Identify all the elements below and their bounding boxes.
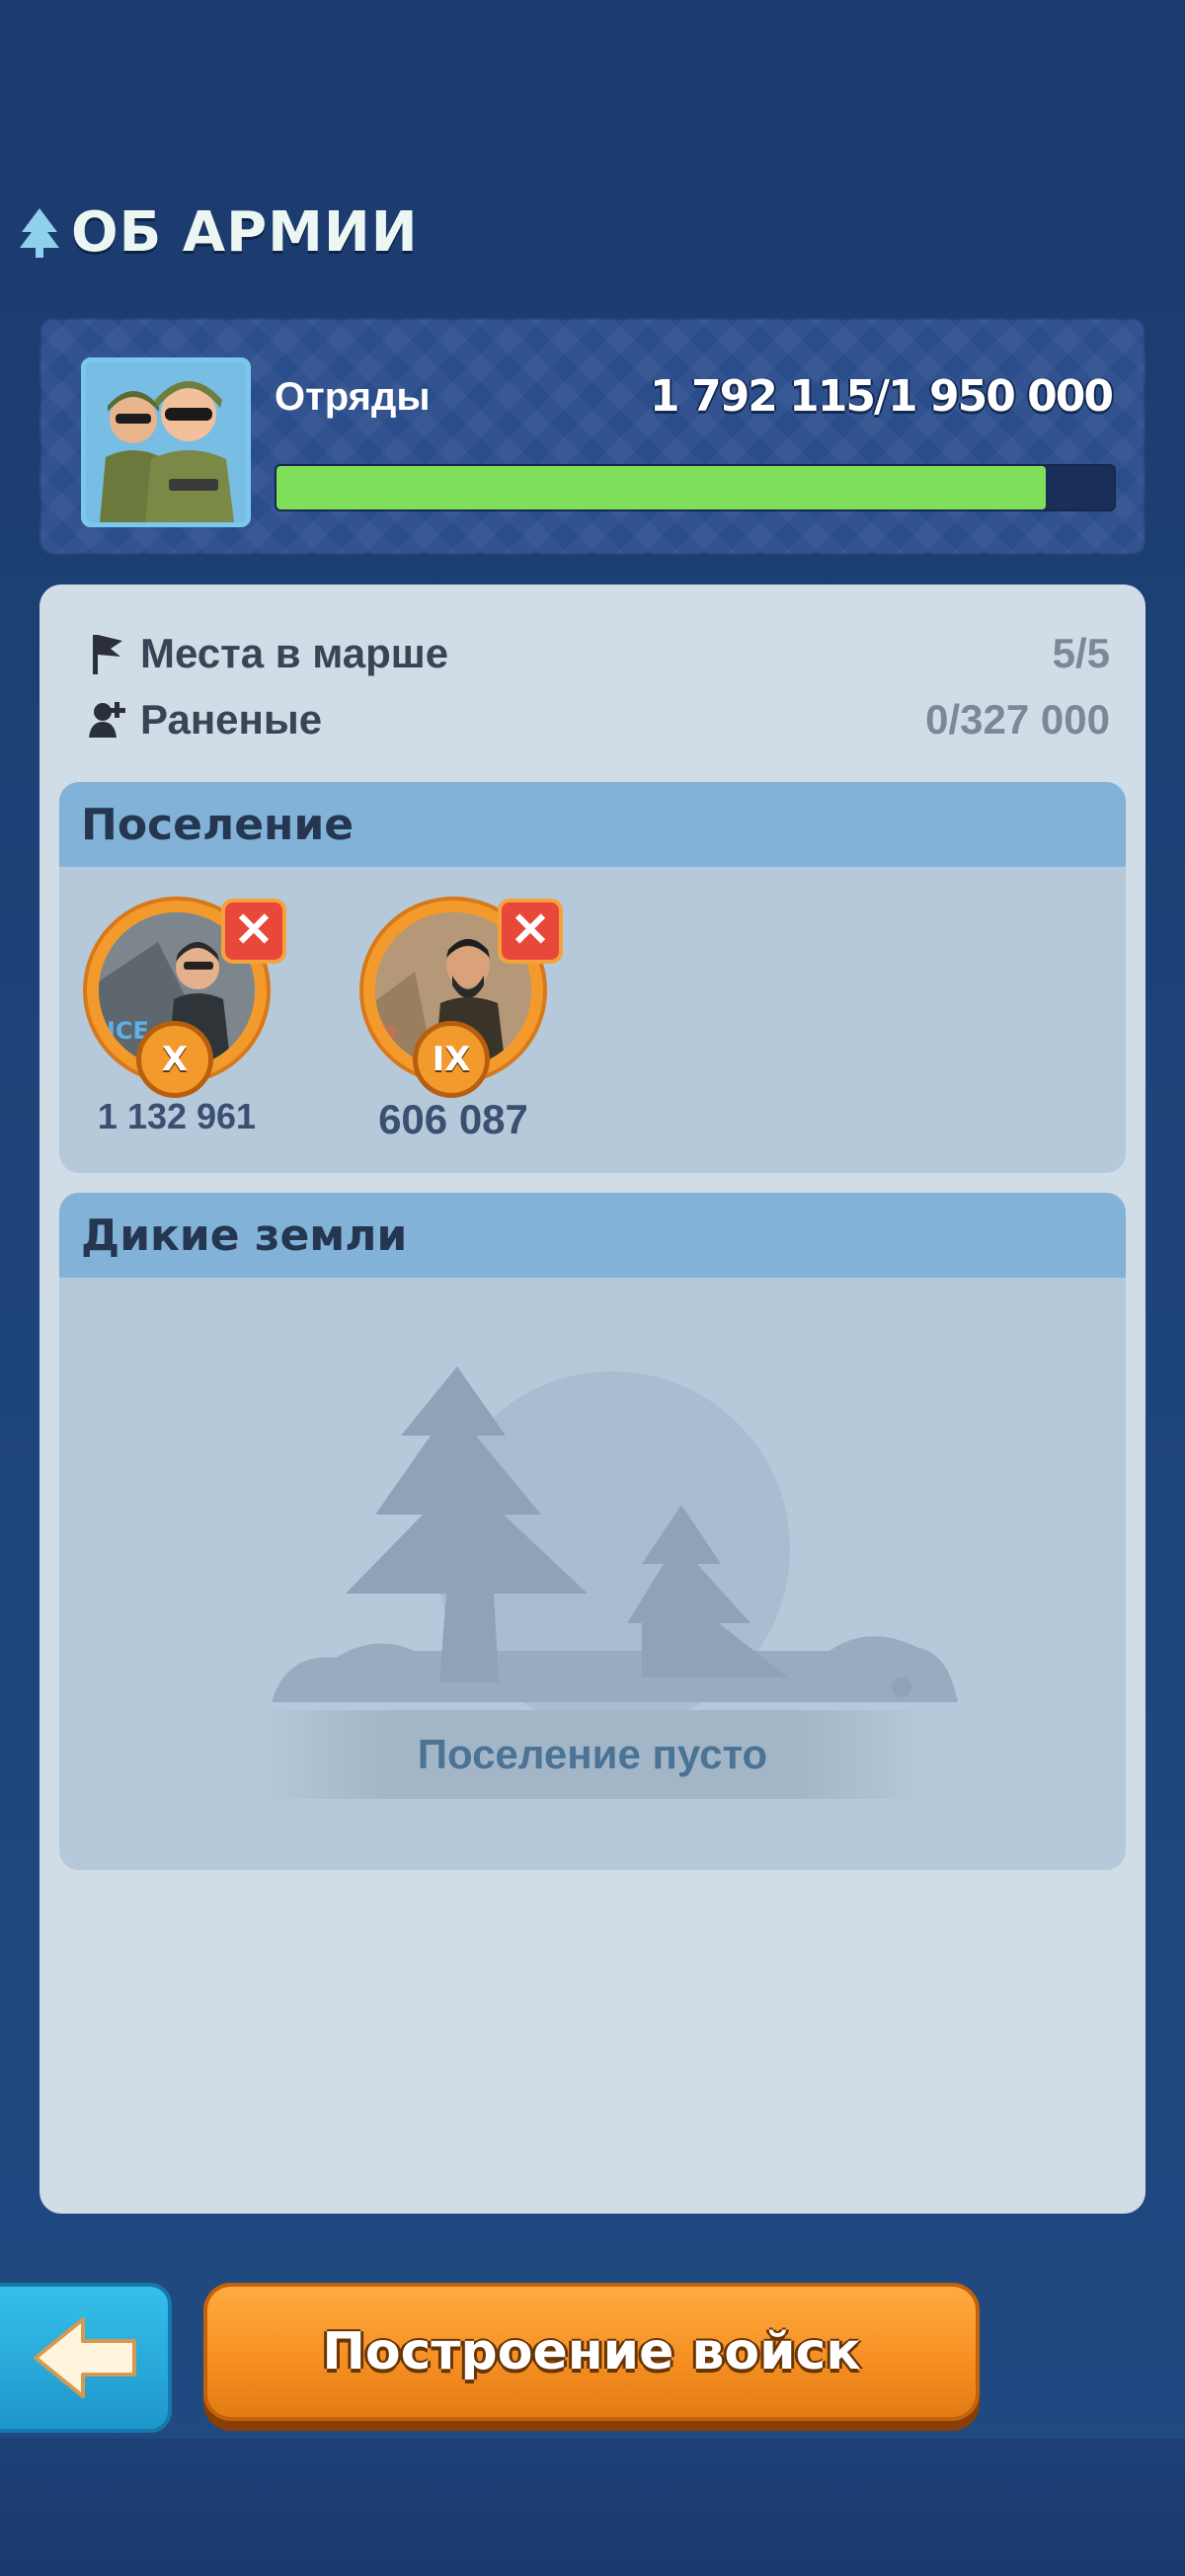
hero-slot-2[interactable]: P ✕ IX 606 087 — [359, 897, 563, 1153]
flag-icon — [93, 635, 122, 674]
wounded-label: Раненые — [140, 696, 323, 742]
troops-progress-bar — [275, 464, 1116, 511]
build-troops-label: Построение войск — [322, 2322, 861, 2381]
empty-state: Поселение пусто — [59, 1278, 1126, 1870]
wounded-icon — [89, 702, 125, 738]
wildlands-title: Дикие земли — [81, 1210, 408, 1261]
wildlands-section: Дикие земли Поселение пусто — [59, 1193, 1126, 1870]
hero-power-2: 606 087 — [378, 1096, 528, 1142]
wounded-row: Раненые 0/327 000 — [87, 690, 1110, 749]
build-troops-button[interactable]: Построение войск — [203, 2283, 980, 2421]
tree-icon — [20, 208, 59, 258]
page-header: ОБ АРМИИ — [18, 193, 419, 272]
troops-count: 1 792 115/1 950 000 — [650, 371, 1114, 422]
arrow-left-icon — [34, 2317, 136, 2398]
bottom-background — [0, 2439, 1185, 2576]
settlement-title: Поселение — [81, 799, 355, 850]
empty-forest-illustration — [272, 1366, 958, 1712]
troops-progress-fill — [276, 466, 1047, 509]
svg-text:P: P — [381, 1024, 397, 1049]
hero-power-1: 1 132 961 — [97, 1096, 257, 1136]
back-button[interactable] — [0, 2283, 172, 2433]
settlement-section: Поселение ICE ✕ X 1 132 961 P ✕ IX 606 0… — [59, 782, 1126, 1173]
settlement-header: Поселение — [59, 782, 1126, 867]
hero-slot-1[interactable]: ICE ✕ X 1 132 961 — [83, 897, 286, 1153]
remove-hero-1-button[interactable]: ✕ — [221, 898, 286, 964]
troops-label: Отряды — [275, 375, 431, 419]
page-title: ОБ АРМИИ — [71, 199, 419, 265]
hero-rank-badge-1: X — [136, 1021, 213, 1098]
march-slots-value: 5/5 — [1052, 630, 1110, 676]
empty-message: Поселение пусто — [417, 1731, 768, 1777]
march-slots-label: Места в марше — [140, 630, 449, 676]
march-slots-row: Места в марше 5/5 — [87, 624, 1110, 683]
troops-panel: Отряды 1 792 115/1 950 000 — [40, 318, 1146, 555]
hero-rank-badge-2: IX — [413, 1021, 490, 1098]
remove-hero-2-button[interactable]: ✕ — [498, 898, 563, 964]
wildlands-header: Дикие земли — [59, 1193, 1126, 1278]
army-info-panel: Места в марше 5/5 Раненые 0/327 000 Посе… — [40, 585, 1146, 2214]
troops-avatar — [81, 357, 251, 527]
empty-message-banner: Поселение пусто — [257, 1710, 928, 1799]
wounded-value: 0/327 000 — [925, 696, 1110, 742]
